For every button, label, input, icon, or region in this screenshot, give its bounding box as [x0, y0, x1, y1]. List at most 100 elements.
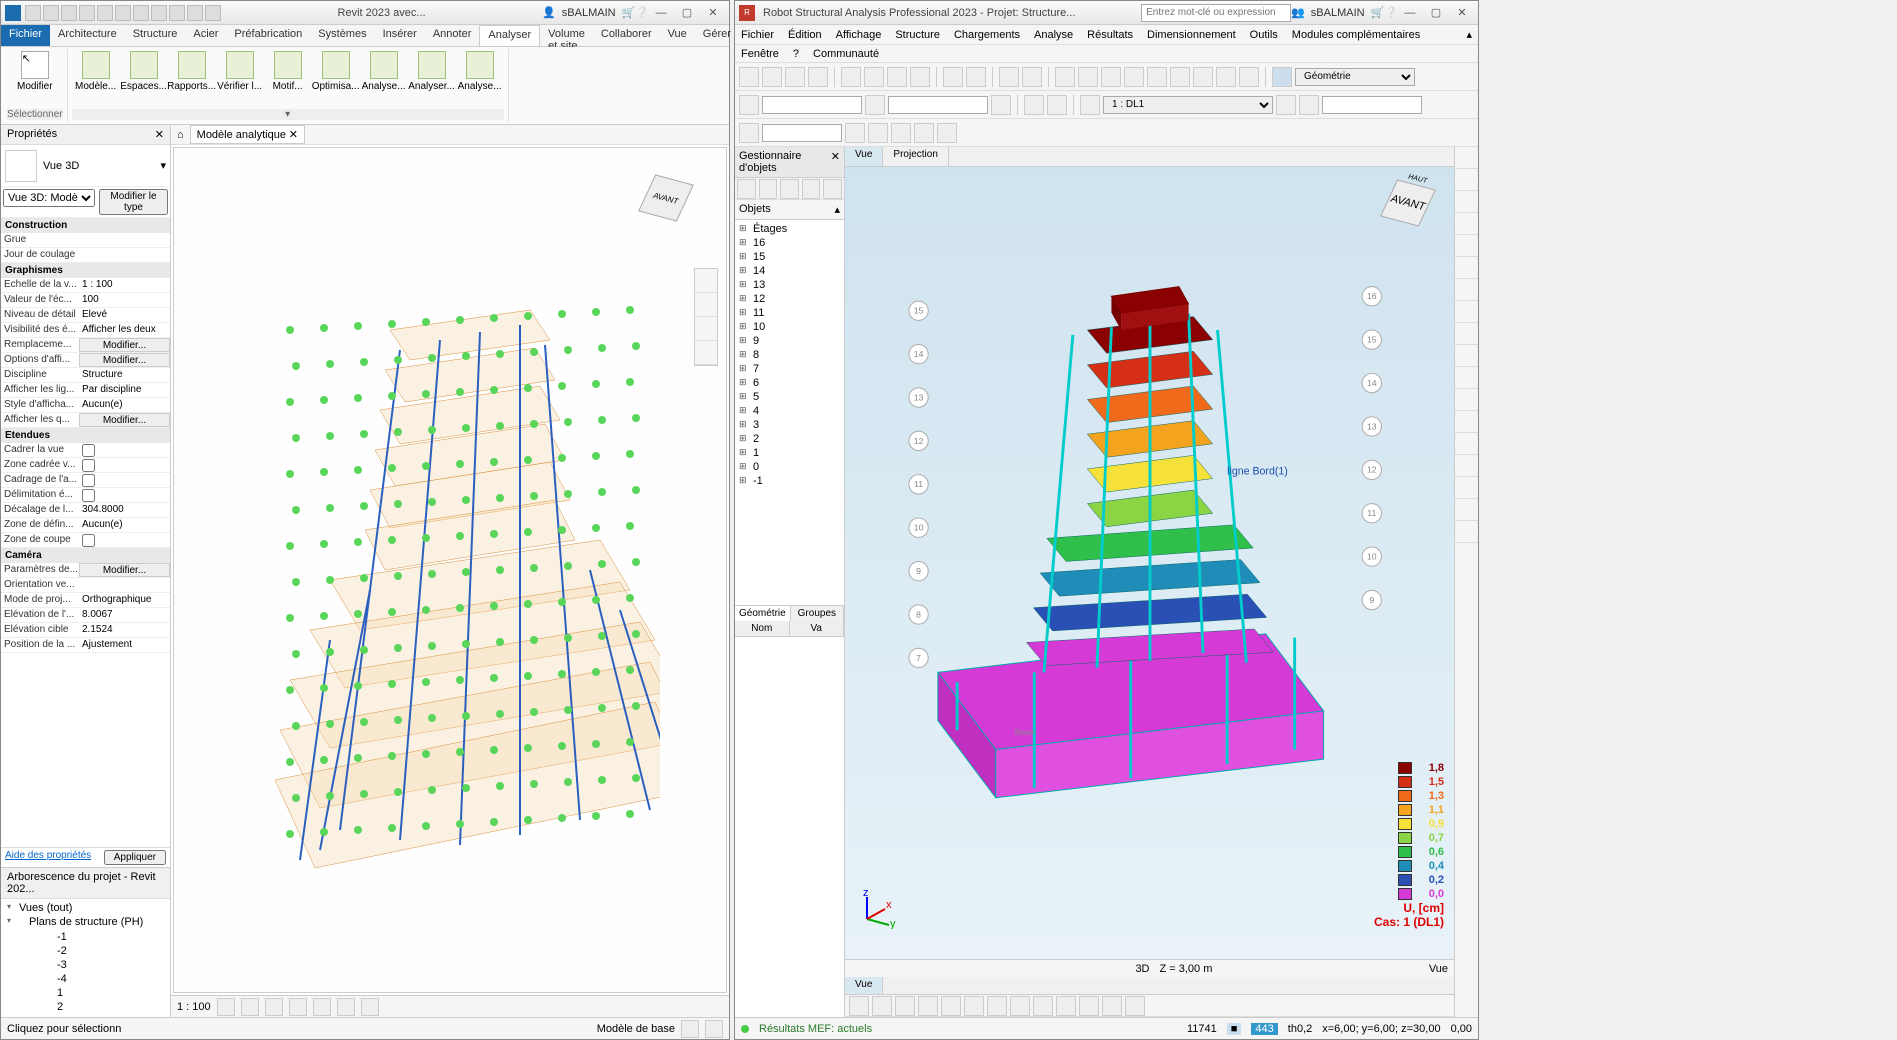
tb-properties-icon[interactable]	[1216, 67, 1236, 87]
rt-more3-icon[interactable]	[1455, 499, 1478, 521]
browser-tree[interactable]: Vues (tout) Plans de structure (PH) -1-2…	[1, 899, 170, 1017]
optimize-button[interactable]: Optimisa...	[312, 51, 360, 92]
prop-row[interactable]: Jour de coulage	[1, 248, 170, 263]
user-icon[interactable]: 👤	[542, 6, 556, 19]
nav-zoom-icon[interactable]	[695, 317, 717, 341]
tb-next-case-icon[interactable]	[1299, 95, 1319, 115]
rt-report-icon[interactable]	[1455, 433, 1478, 455]
storey-item[interactable]: 11	[737, 306, 842, 320]
prop-row[interactable]: Grue	[1, 233, 170, 248]
om-bars-icon[interactable]	[759, 179, 778, 199]
rt-section-icon[interactable]	[1455, 235, 1478, 257]
menu-fenetre[interactable]: Fenêtre	[741, 48, 779, 60]
scale-display[interactable]: 1 : 100	[177, 1001, 211, 1013]
vp-tool1-icon[interactable]	[851, 962, 867, 976]
close-view-icon[interactable]: ✕	[289, 129, 298, 141]
view-home-icon[interactable]: ⌂	[177, 129, 184, 141]
disp-11-icon[interactable]	[1079, 996, 1099, 1016]
prop-row[interactable]: Décalage de l...304.8000	[1, 503, 170, 518]
model-button[interactable]: Modèle...	[72, 51, 120, 92]
tb-storey-icon[interactable]	[739, 123, 759, 143]
storey-item[interactable]: 4	[737, 404, 842, 418]
layout-selector[interactable]: Géométrie	[1295, 68, 1415, 86]
tree-level[interactable]: -2	[19, 944, 166, 958]
tab-annoter[interactable]: Annoter	[425, 25, 480, 46]
robot-bottom-tab-vue[interactable]: Vue	[845, 977, 883, 994]
apply-button[interactable]: Appliquer	[104, 850, 166, 865]
case-filter-input[interactable]	[1322, 96, 1422, 114]
prop-row[interactable]: DisciplineStructure	[1, 368, 170, 383]
tb-sel-help-icon[interactable]	[991, 95, 1011, 115]
qat-dim-icon[interactable]	[151, 5, 167, 21]
prop-row[interactable]: Paramètres de...Modifier...	[1, 563, 170, 578]
prop-row[interactable]: Zone de défin...Aucun(e)	[1, 518, 170, 533]
minimize-button[interactable]: —	[649, 4, 673, 22]
nav-bar[interactable]	[694, 268, 718, 366]
nav-wheel-icon[interactable]	[695, 269, 717, 293]
prop-row[interactable]: Niveau de détailElevé	[1, 308, 170, 323]
storey-item[interactable]: 12	[737, 292, 842, 306]
edit-type-button[interactable]: Modifier le type	[99, 189, 168, 215]
panel-dropdown[interactable]: ▾	[72, 109, 504, 120]
tb-layers-icon[interactable]	[999, 67, 1019, 87]
tb-zoom-icon[interactable]	[1078, 67, 1098, 87]
robot-viewcube[interactable]: HAUT AVANT	[1368, 173, 1448, 253]
robot-user[interactable]: sBALMAIN	[1305, 7, 1371, 19]
tb-loadcase-icon[interactable]	[1080, 95, 1100, 115]
robot-search-input[interactable]	[1141, 4, 1291, 22]
prop-row[interactable]: Elévation cible2.1524	[1, 623, 170, 638]
ribbon-collapse-icon[interactable]: ▴	[1466, 28, 1472, 41]
rt-results-icon[interactable]	[1455, 389, 1478, 411]
om-grid-body[interactable]	[735, 637, 844, 1018]
prop-category[interactable]: Graphismes	[1, 263, 170, 278]
menu-edition[interactable]: Édition	[788, 29, 822, 41]
storey-item[interactable]: 2	[737, 432, 842, 446]
modify-button[interactable]: ↖ Modifier	[11, 51, 59, 92]
om-tree[interactable]: Étages 161514131211109876543210-1	[735, 220, 844, 605]
tree-level[interactable]: -3	[19, 958, 166, 972]
menu-affichage[interactable]: Affichage	[836, 29, 882, 41]
tab-fichier[interactable]: Fichier	[1, 25, 50, 46]
disp-1-icon[interactable]	[849, 996, 869, 1016]
menu-resultats[interactable]: Résultats	[1087, 29, 1133, 41]
tb-measure-icon[interactable]	[1193, 67, 1213, 87]
chevron-up-icon[interactable]: ▴	[834, 203, 840, 216]
qat-text-icon[interactable]	[187, 5, 203, 21]
close-button[interactable]: ✕	[1450, 4, 1474, 22]
rt-release-icon[interactable]	[1455, 279, 1478, 301]
tab-prefab[interactable]: Préfabrication	[226, 25, 310, 46]
tree-level[interactable]: -4	[19, 972, 166, 986]
qat-save-icon[interactable]	[43, 5, 59, 21]
om-objects-icon[interactable]	[780, 179, 799, 199]
prop-row[interactable]: Position de la ...Ajustement	[1, 638, 170, 653]
storey-item[interactable]: 15	[737, 250, 842, 264]
menu-outils[interactable]: Outils	[1250, 29, 1278, 41]
qat-print-icon[interactable]	[115, 5, 131, 21]
properties-help-link[interactable]: Aide des propriétés	[5, 850, 91, 865]
vp-tool3-icon[interactable]	[903, 962, 919, 976]
user-icon[interactable]: 👥	[1291, 6, 1305, 19]
status-select-icon[interactable]	[705, 1020, 723, 1038]
menu-dimensionnement[interactable]: Dimensionnement	[1147, 29, 1236, 41]
storey-item[interactable]: 14	[737, 264, 842, 278]
rt-calc-icon[interactable]	[1455, 367, 1478, 389]
rt-more2-icon[interactable]	[1455, 477, 1478, 499]
tb-copy-icon[interactable]	[864, 67, 884, 87]
qat-measure-icon[interactable]	[133, 5, 149, 21]
load-case-selector[interactable]: 1 : DL1	[1103, 96, 1273, 114]
reports-button[interactable]: Rapports...	[168, 51, 216, 92]
viewcube[interactable]: AVANT	[626, 168, 706, 248]
menu-communaute[interactable]: Communauté	[813, 48, 879, 60]
prop-row[interactable]: Style d'afficha...Aucun(e)	[1, 398, 170, 413]
qat-open-icon[interactable]	[25, 5, 41, 21]
status-filter-icon[interactable]	[681, 1020, 699, 1038]
prop-row[interactable]: Echelle de la v...1 : 100	[1, 278, 170, 293]
disp-4-icon[interactable]	[918, 996, 938, 1016]
tree-level[interactable]: 2	[19, 1000, 166, 1014]
robot-tab-vue[interactable]: Vue	[845, 147, 883, 166]
disp-7-icon[interactable]	[987, 996, 1007, 1016]
storey-item[interactable]: 9	[737, 334, 842, 348]
disp-10-icon[interactable]	[1056, 996, 1076, 1016]
tb-paste-icon[interactable]	[887, 67, 907, 87]
qat-undo-icon[interactable]	[79, 5, 95, 21]
